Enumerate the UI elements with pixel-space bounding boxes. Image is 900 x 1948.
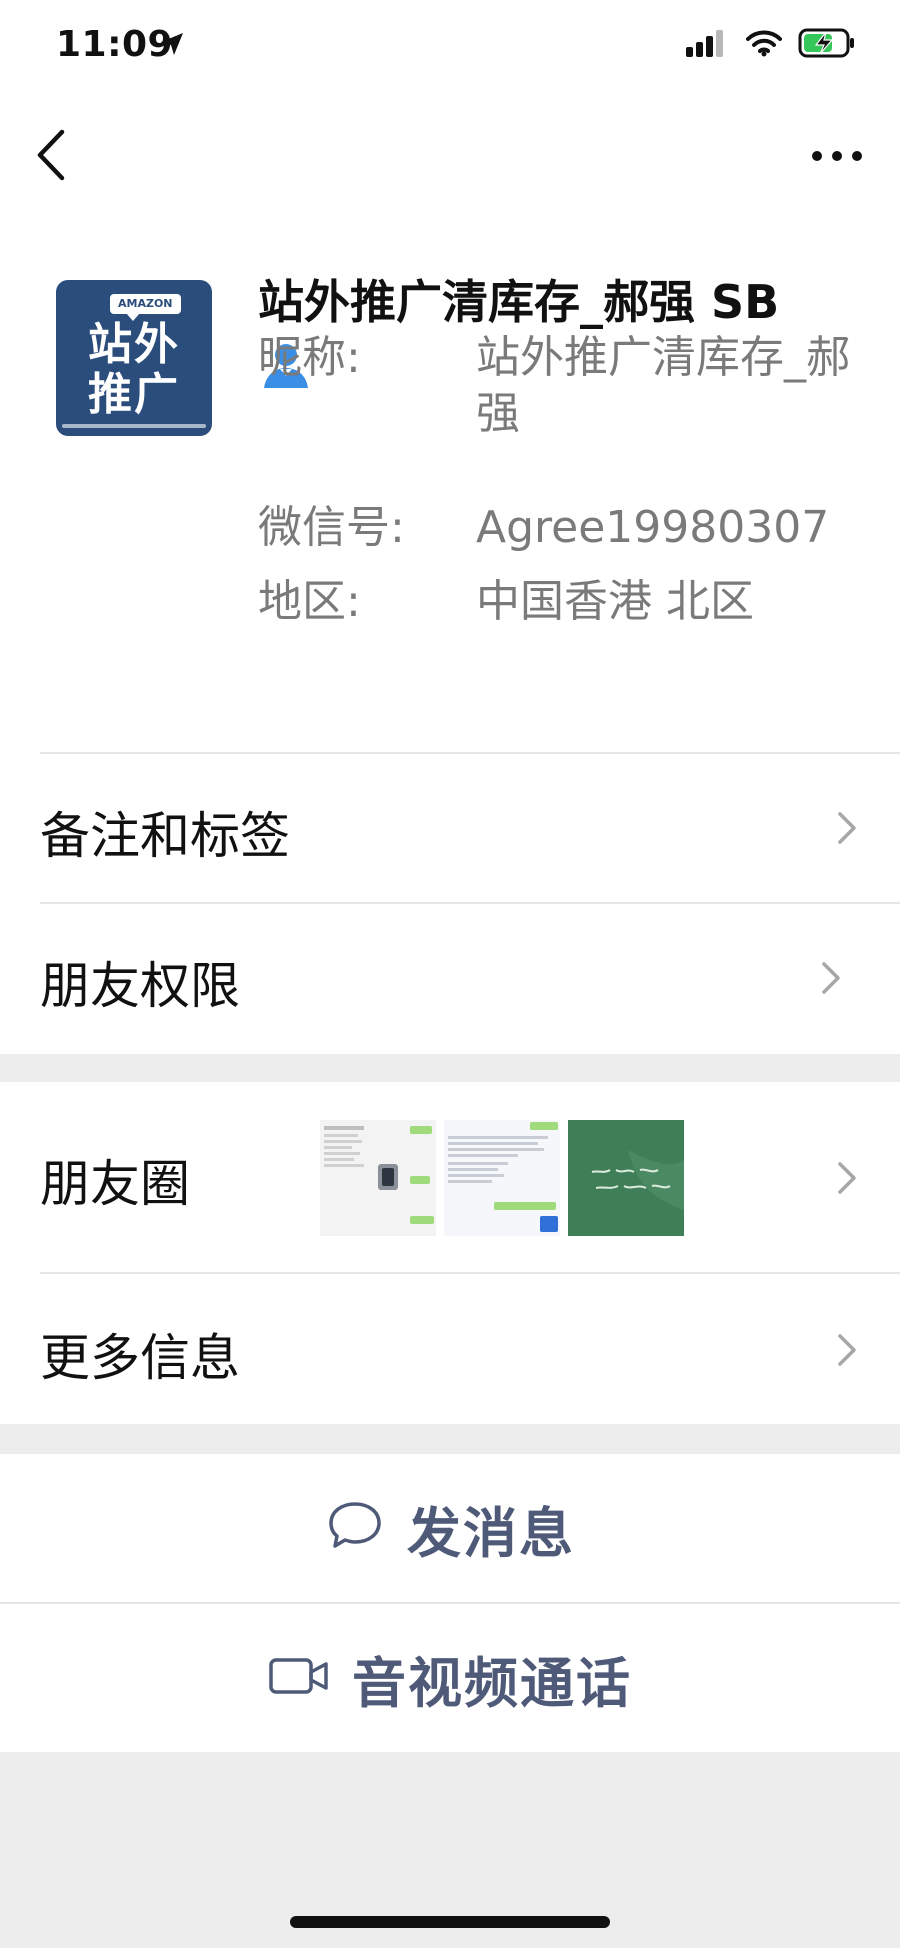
battery-charging-icon	[798, 28, 856, 62]
avatar-brand-tag: AMAZON	[110, 294, 181, 321]
friend-permissions-label: 朋友权限	[40, 957, 240, 1015]
info-label: 微信号:	[258, 502, 405, 553]
home-indicator	[290, 1916, 610, 1928]
avatar-footer-strip	[62, 424, 206, 428]
chat-bubble-icon	[325, 1498, 385, 1558]
moments-label: 朋友圈	[40, 1155, 190, 1213]
avatar-text: 站外 推广	[56, 320, 212, 420]
video-camera-icon	[268, 1654, 330, 1702]
contact-profile-screen: 11:09 AMAZON 站外 推广 站外推广清库存_郝强 SB 昵称: 站外推…	[0, 0, 900, 1948]
moments-thumbnail[interactable]	[444, 1120, 560, 1236]
avatar-text-line1: 站外	[88, 319, 180, 370]
info-value[interactable]: Agree19980307	[476, 500, 856, 556]
more-info-label: 更多信息	[40, 1329, 240, 1387]
chevron-left-icon[interactable]	[32, 126, 72, 184]
chevron-right-icon	[836, 1332, 858, 1368]
status-time: 11:09	[56, 24, 174, 65]
friend-permissions-row[interactable]: 朋友权限	[0, 904, 900, 1052]
chevron-right-icon	[836, 810, 858, 846]
settings-card: 备注和标签 朋友权限	[0, 752, 900, 1054]
remark-tags-label: 备注和标签	[40, 807, 290, 865]
chevron-right-icon	[820, 960, 842, 996]
nav-bar	[0, 100, 900, 210]
info-label: 昵称:	[258, 332, 361, 383]
more-dots-icon[interactable]	[810, 144, 864, 168]
av-call-button[interactable]: 音视频通话	[0, 1604, 900, 1752]
avatar[interactable]: AMAZON 站外 推广	[56, 280, 212, 436]
moments-thumbnails	[320, 1120, 684, 1236]
status-bar: 11:09	[0, 0, 900, 100]
wifi-icon	[746, 29, 782, 61]
moments-row[interactable]: 朋友圈	[0, 1082, 900, 1272]
more-info-row[interactable]: 更多信息	[0, 1274, 900, 1424]
moments-thumbnail[interactable]	[320, 1120, 436, 1236]
profile-header: AMAZON 站外 推广 站外推广清库存_郝强 SB 昵称: 站外推广清库存_郝…	[0, 210, 900, 752]
location-arrow-icon	[158, 30, 186, 62]
info-value: 站外推广清库存_郝强	[476, 332, 850, 439]
status-indicators	[686, 28, 856, 62]
moments-card: 朋友圈 更多信息	[0, 1082, 900, 1424]
remark-tags-row[interactable]: 备注和标签	[0, 754, 900, 902]
info-label: 地区:	[258, 576, 361, 627]
avatar-text-line2: 推广	[88, 369, 180, 420]
send-message-label: 发消息	[407, 1501, 575, 1565]
av-call-label: 音视频通话	[352, 1651, 632, 1715]
profile-name: 站外推广清库存_郝强 SB	[258, 275, 780, 329]
send-message-button[interactable]: 发消息	[0, 1454, 900, 1602]
info-value: 中国香港 北区	[476, 576, 754, 627]
chevron-right-icon	[836, 1160, 858, 1196]
moments-thumbnail[interactable]	[568, 1120, 684, 1236]
cellular-signal-icon	[686, 29, 730, 61]
